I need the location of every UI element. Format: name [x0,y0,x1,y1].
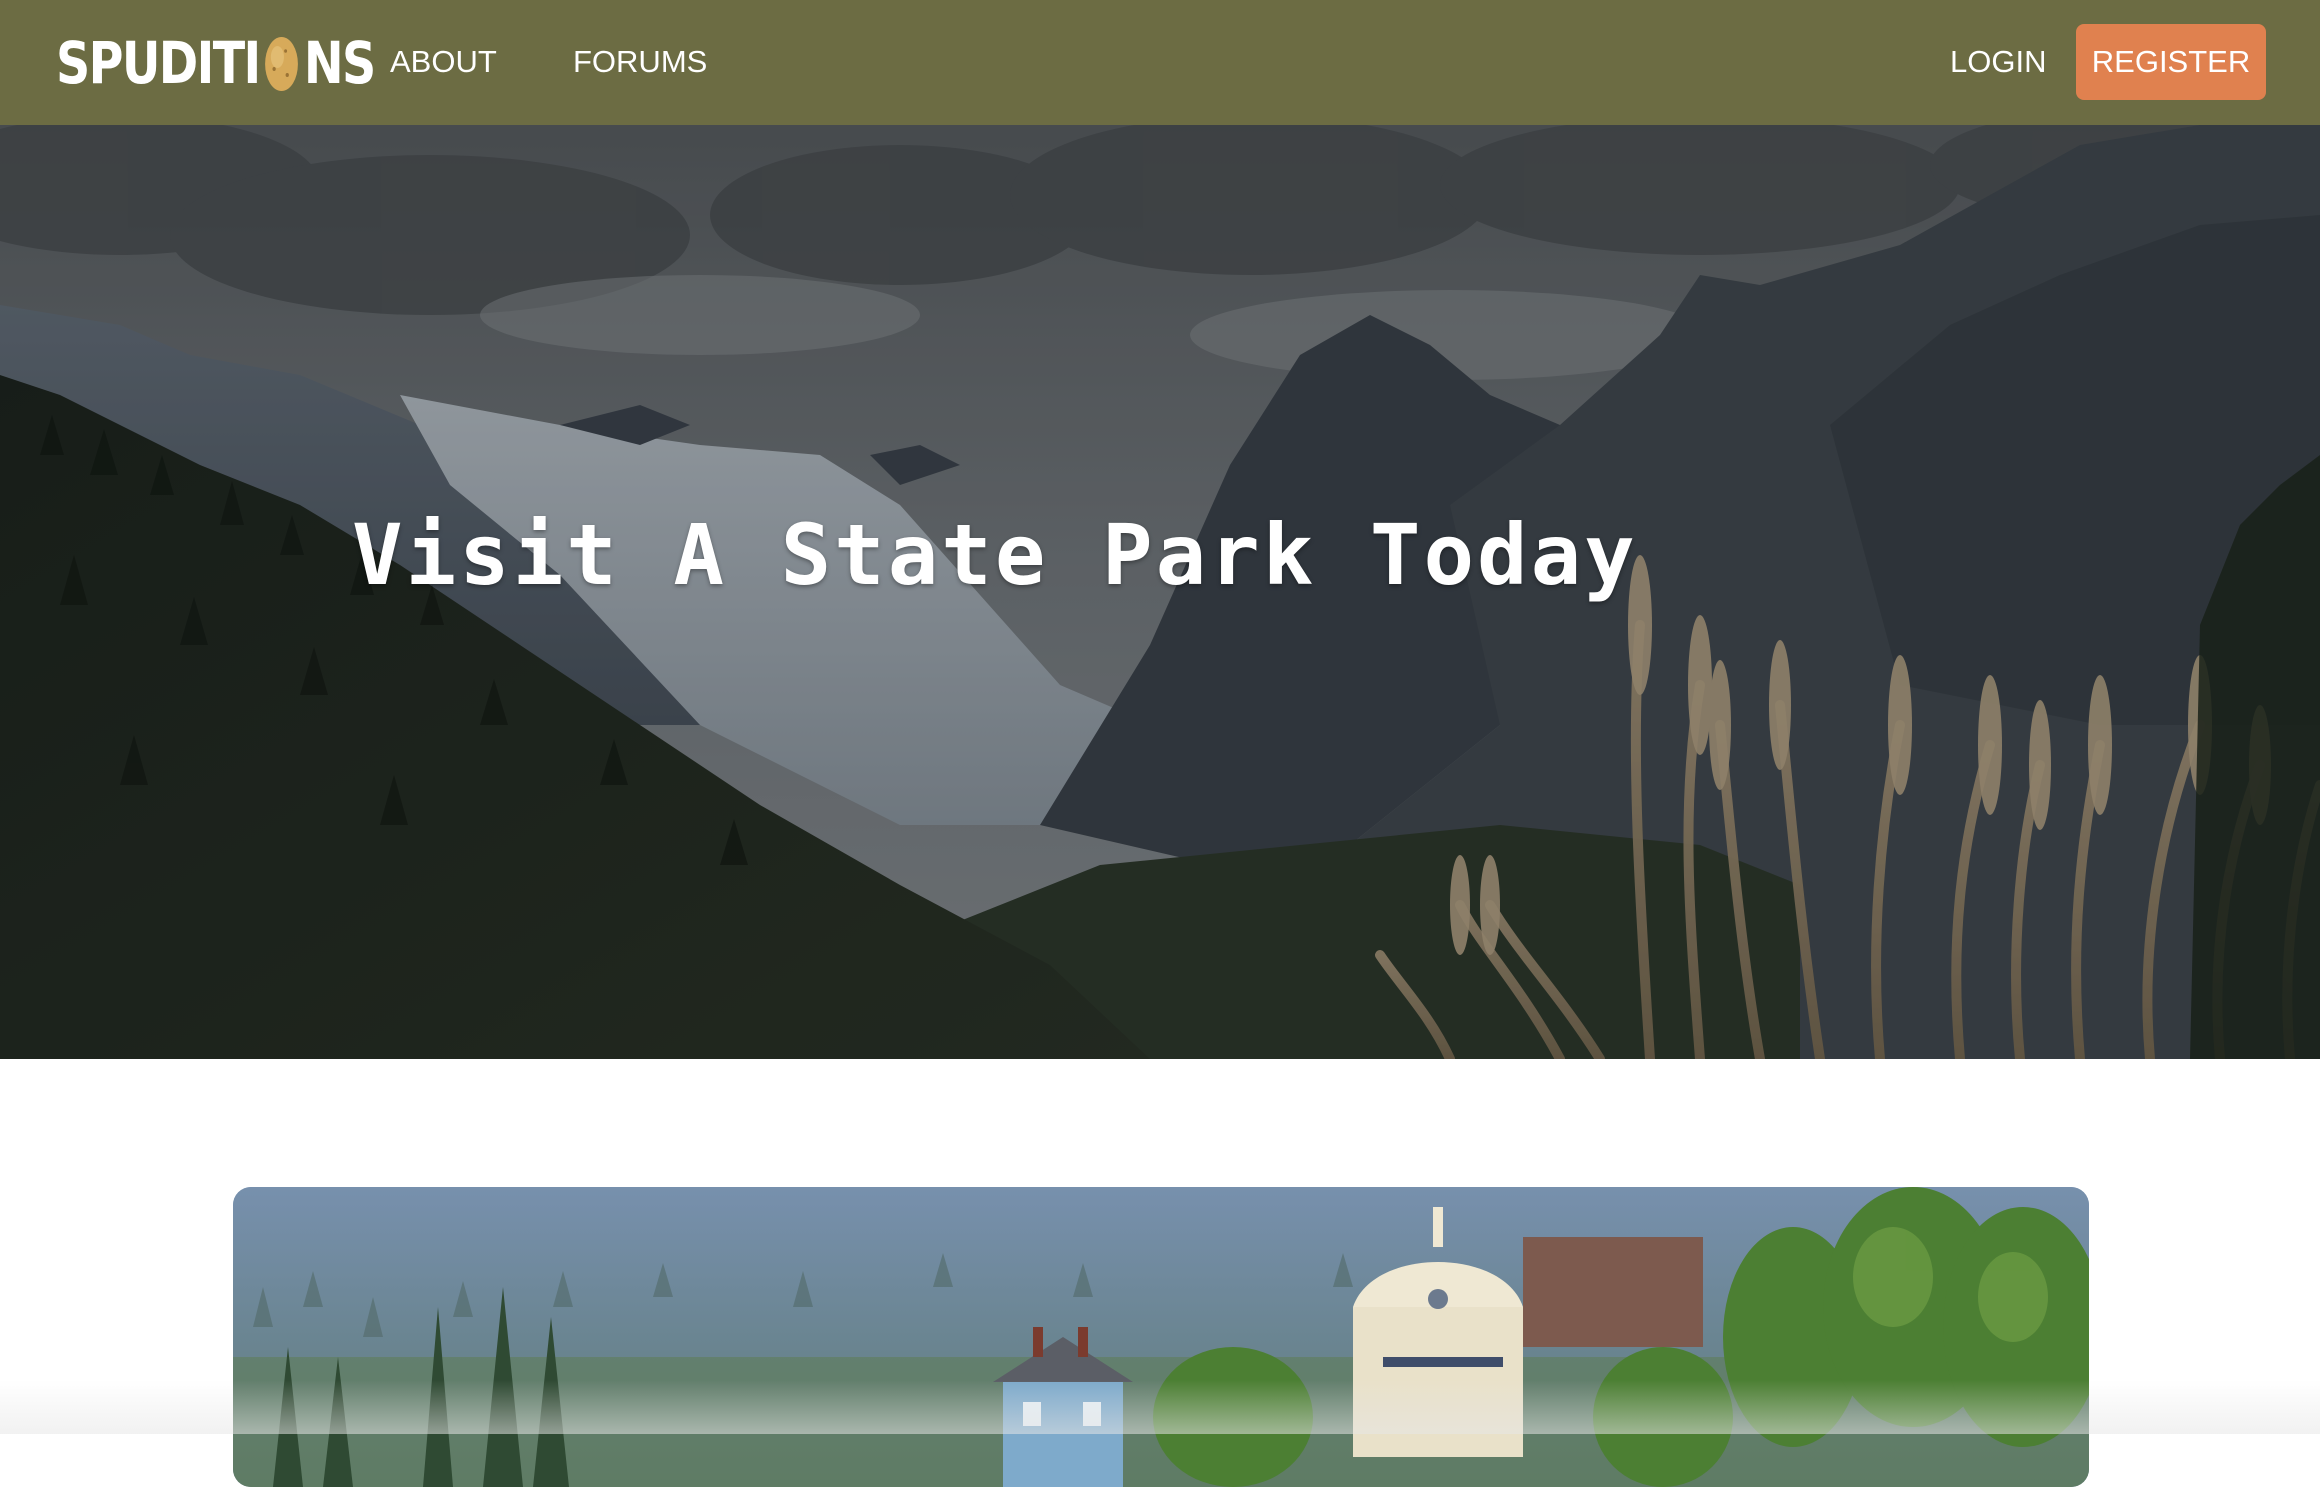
brand-logo[interactable]: SPUDITI NS [56,26,376,100]
potato-icon [263,33,301,93]
nav-link-about[interactable]: ABOUT [390,40,497,84]
top-navbar: SPUDITI NS ABOUT FORUMS LOGIN REGISTER [0,0,2320,125]
featured-card-image [233,1187,2089,1487]
hero-banner: Visit A State Park Today [0,125,2320,1059]
brand-name-part1: SPUDITI [56,29,261,97]
hero-title: Visit A State Park Today [352,506,1638,604]
register-button[interactable]: REGISTER [2076,24,2266,100]
nav-link-login[interactable]: LOGIN [1950,40,2046,84]
nav-link-forums[interactable]: FORUMS [573,40,707,84]
featured-card[interactable] [233,1187,2089,1487]
brand-name-part2: NS [303,29,376,97]
